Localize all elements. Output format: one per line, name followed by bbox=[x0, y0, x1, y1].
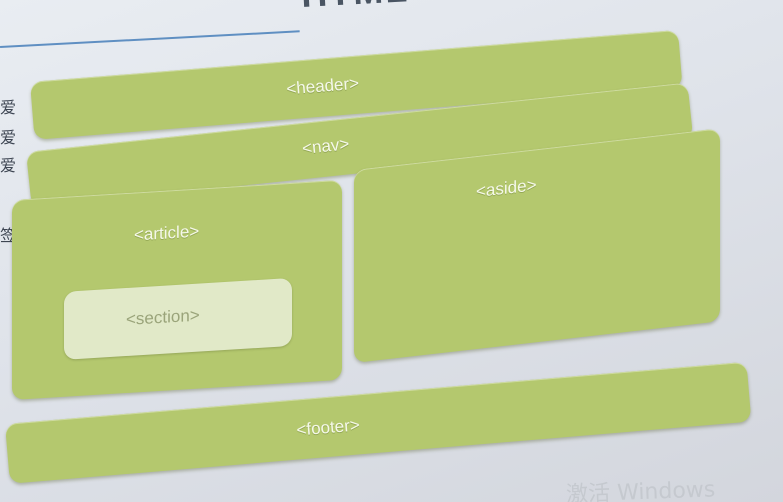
section-block: <section> bbox=[64, 277, 292, 360]
nav-label: <nav> bbox=[301, 134, 351, 159]
side-glyph-2: 爱 bbox=[0, 128, 17, 147]
footer-label: <footer> bbox=[295, 415, 361, 440]
title-underline bbox=[0, 30, 300, 48]
slide-title: HTML bbox=[300, 0, 410, 16]
aside-label: <aside> bbox=[476, 175, 537, 202]
article-label: <article> bbox=[134, 221, 200, 245]
article-block: <article> <section> bbox=[12, 179, 342, 400]
activation-watermark: 激活 Windows bbox=[565, 477, 716, 502]
section-label: <section> bbox=[126, 305, 200, 330]
aside-block: <aside> bbox=[354, 128, 720, 363]
slide-photo: HTML 爱 爱 爱 签 <header> <nav> <article> <s… bbox=[0, 0, 783, 502]
side-glyph-1: 爱 bbox=[0, 98, 17, 117]
side-glyph-3: 爱 bbox=[0, 156, 17, 175]
header-label: <header> bbox=[285, 73, 360, 99]
